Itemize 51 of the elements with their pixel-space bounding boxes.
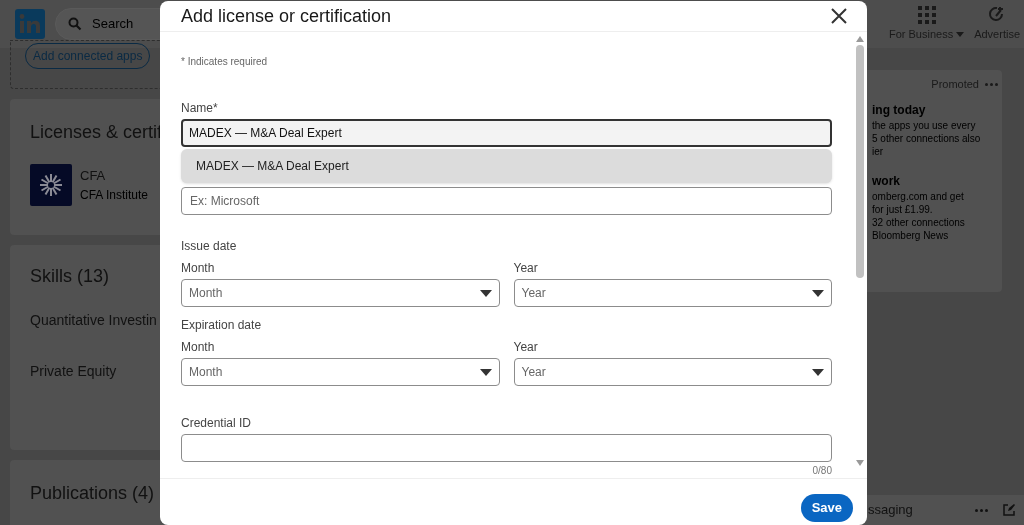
ad-title[interactable]: ing today (872, 100, 998, 119)
ad-text: 32 other connections (872, 215, 966, 229)
field-label: Year (513, 260, 539, 278)
search-placeholder: Search (92, 15, 134, 34)
scrollbar-thumb[interactable] (856, 45, 864, 279)
search-icon (68, 17, 82, 31)
section-title: Licenses & certif (30, 121, 164, 144)
scroll-up-icon[interactable] (856, 36, 864, 43)
suggestion-item[interactable]: MADEX — M&A Deal Expert (181, 149, 832, 184)
organization-input-field[interactable]: Ex: Microsoft (181, 187, 832, 216)
caret-icon (479, 368, 492, 376)
ad-text: ier (872, 144, 885, 158)
caret-icon (956, 31, 965, 37)
save-button[interactable]: Save (800, 494, 853, 523)
required-note: * Indicates required (181, 55, 269, 70)
ad-text: 5 other connections also (872, 131, 982, 145)
field-label: Month (181, 339, 216, 357)
issuer-name: CFA Institute (80, 186, 149, 204)
more-icon[interactable] (975, 508, 988, 512)
field-label: Year (513, 339, 539, 357)
name-input-field[interactable]: MADEX — M&A Deal Expert (181, 119, 832, 148)
grid-icon (917, 5, 936, 24)
select-field[interactable]: Year (513, 279, 832, 308)
section-title: Publications (4) (30, 482, 156, 505)
ad-text: for just £1.99. (872, 202, 934, 216)
field-label: Month (181, 260, 216, 278)
organization-logo-icon (30, 164, 72, 206)
scrollbar[interactable] (855, 36, 865, 467)
certification-name: CFA (80, 167, 107, 186)
ad-text: the apps you use every (872, 118, 977, 132)
credential-id-input-field[interactable] (181, 434, 832, 463)
field-label: Name* (181, 100, 219, 118)
character-counter: 0/80 (812, 464, 832, 479)
field-label: Credential ID (181, 415, 253, 433)
ad-title[interactable]: work (872, 171, 998, 190)
group-title: Expiration date (181, 317, 263, 335)
messaging-label: ssaging (868, 501, 913, 520)
more-icon[interactable] (985, 82, 998, 86)
select-field[interactable]: Month (181, 358, 500, 387)
ad-text: Bloomberg News (872, 228, 950, 242)
scroll-down-icon[interactable] (856, 460, 864, 467)
caret-icon (812, 289, 824, 297)
caret-icon (812, 368, 824, 376)
ad-text: omberg.com and get (872, 189, 965, 203)
select-field[interactable]: Month (181, 279, 500, 308)
select-field[interactable]: Year (513, 358, 832, 387)
group-title: Issue date (181, 238, 238, 256)
caret-icon (479, 289, 492, 297)
compose-icon[interactable] (1002, 503, 1016, 517)
close-icon (831, 8, 847, 25)
section-title: Skills (13) (30, 265, 110, 288)
